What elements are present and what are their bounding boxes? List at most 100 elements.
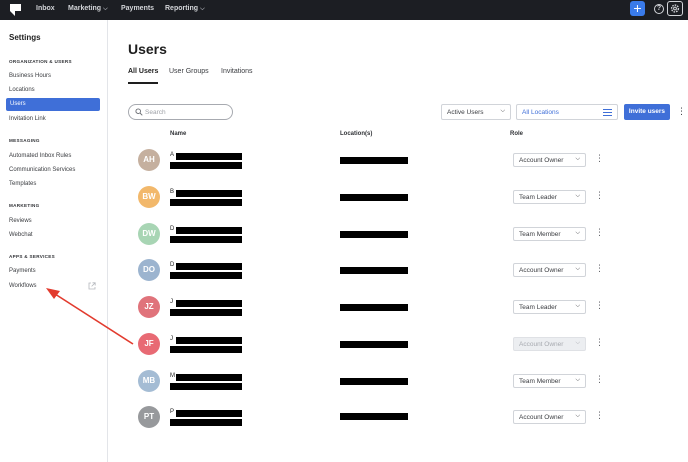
avatar: MB xyxy=(138,370,160,392)
user-name: J xyxy=(170,299,173,305)
row-more-options-icon[interactable]: ⋮ xyxy=(595,410,604,420)
sidebar-item-payments[interactable]: Payments xyxy=(9,268,36,274)
redacted-email xyxy=(170,383,242,390)
role-select[interactable]: Team Leader ⌵ xyxy=(513,300,586,314)
role-select[interactable]: Team Leader ⌵ xyxy=(513,190,586,204)
sidebar-item-business-hours[interactable]: Business Hours xyxy=(9,73,51,79)
help-icon[interactable]: ? xyxy=(654,4,664,14)
chevron-down-icon: ⌵ xyxy=(575,230,580,236)
tab-invitations[interactable]: Invitations xyxy=(221,68,253,75)
user-name: B xyxy=(170,189,175,195)
table-row[interactable]: JF J Account Owner ⌵ ⋮ xyxy=(128,333,688,369)
role-value: Account Owner xyxy=(519,341,564,348)
top-navigation-bar: Inbox Marketing ⌵ Payments Reporting ⌵ + ? xyxy=(0,0,688,20)
role-select[interactable]: Account Owner ⌵ xyxy=(513,410,586,424)
redacted-name xyxy=(176,300,242,307)
column-header-locations[interactable]: Location(s) xyxy=(340,131,372,137)
search-input[interactable] xyxy=(145,107,225,117)
search-box[interactable] xyxy=(128,104,233,120)
tab-all-users[interactable]: All Users xyxy=(128,68,158,75)
chevron-down-icon: ⌵ xyxy=(575,413,580,419)
nav-item-reporting[interactable]: Reporting ⌵ xyxy=(165,5,205,13)
sidebar-item-templates[interactable]: Templates xyxy=(9,181,36,187)
status-filter-select[interactable]: Active Users ⌵ xyxy=(441,104,511,120)
redacted-location xyxy=(340,157,408,164)
table-row[interactable]: AH A Account Owner ⌵ ⋮ xyxy=(128,149,688,185)
sidebar-item-users[interactable]: Users xyxy=(6,98,100,111)
column-header-role[interactable]: Role xyxy=(510,131,523,137)
table-row[interactable]: DO D Account Owner ⌵ ⋮ xyxy=(128,259,688,295)
list-icon xyxy=(603,109,612,116)
role-select[interactable]: Team Member ⌵ xyxy=(513,227,586,241)
user-name: D xyxy=(170,226,175,232)
user-name: J xyxy=(170,336,173,342)
redacted-email xyxy=(170,162,242,169)
avatar: AH xyxy=(138,149,160,171)
sidebar-item-locations[interactable]: Locations xyxy=(9,87,35,93)
column-header-name[interactable]: Name xyxy=(170,131,186,137)
table-row[interactable]: PT P Account Owner ⌵ ⋮ xyxy=(128,406,688,442)
sidebar-section-messaging: MESSAGING xyxy=(9,138,40,143)
redacted-email xyxy=(170,199,242,206)
nav-item-payments[interactable]: Payments xyxy=(121,5,154,12)
settings-sidebar: Settings ORGANIZATION & USERS Business H… xyxy=(0,20,108,462)
row-more-options-icon[interactable]: ⋮ xyxy=(595,190,604,200)
sidebar-item-webchat[interactable]: Webchat xyxy=(9,232,33,238)
tab-user-groups[interactable]: User Groups xyxy=(169,68,209,75)
table-row[interactable]: JZ J Team Leader ⌵ ⋮ xyxy=(128,296,688,332)
plus-icon[interactable]: + xyxy=(630,1,645,16)
nav-item-marketing[interactable]: Marketing ⌵ xyxy=(68,5,108,13)
redacted-email xyxy=(170,346,242,353)
redacted-name xyxy=(176,190,242,197)
chevron-down-icon: ⌵ xyxy=(500,108,505,114)
avatar: DW xyxy=(138,223,160,245)
location-filter-select[interactable]: All Locations xyxy=(516,104,618,120)
external-link-icon[interactable] xyxy=(88,282,96,290)
sidebar-item-communication-services[interactable]: Communication Services xyxy=(9,167,75,173)
role-value: Team Member xyxy=(519,378,561,385)
table-row[interactable]: MB M Team Member ⌵ ⋮ xyxy=(128,370,688,406)
role-select[interactable]: Team Member ⌵ xyxy=(513,374,586,388)
redacted-name xyxy=(176,263,242,270)
table-row[interactable]: BW B Team Leader ⌵ ⋮ xyxy=(128,186,688,222)
role-value: Account Owner xyxy=(519,414,564,421)
row-more-options-icon[interactable]: ⋮ xyxy=(595,374,604,384)
redacted-email xyxy=(170,309,242,316)
row-more-options-icon[interactable]: ⋮ xyxy=(595,153,604,163)
sidebar-item-reviews[interactable]: Reviews xyxy=(9,218,32,224)
role-select[interactable]: Account Owner ⌵ xyxy=(513,263,586,277)
chevron-down-icon: ⌵ xyxy=(103,6,108,12)
redacted-name xyxy=(176,337,242,344)
sidebar-item-automated-inbox-rules[interactable]: Automated Inbox Rules xyxy=(9,153,71,159)
row-more-options-icon[interactable]: ⋮ xyxy=(595,263,604,273)
chevron-down-icon: ⌵ xyxy=(575,340,580,346)
redacted-location xyxy=(340,413,408,420)
redacted-email xyxy=(170,236,242,243)
nav-item-inbox[interactable]: Inbox xyxy=(36,5,55,12)
row-more-options-icon[interactable]: ⋮ xyxy=(595,227,604,237)
role-select[interactable]: Account Owner ⌵ xyxy=(513,153,586,167)
location-filter-value: All Locations xyxy=(522,109,559,116)
sidebar-title: Settings xyxy=(9,33,41,42)
row-more-options-icon[interactable]: ⋮ xyxy=(595,337,604,347)
sidebar-section-apps-services: APPS & SERVICES xyxy=(9,254,56,259)
active-tab-indicator xyxy=(128,82,158,84)
row-more-options-icon[interactable]: ⋮ xyxy=(595,300,604,310)
invite-users-button[interactable]: Invite users xyxy=(624,104,670,120)
chevron-down-icon: ⌵ xyxy=(575,156,580,162)
settings-button[interactable] xyxy=(667,1,683,16)
redacted-name xyxy=(176,227,242,234)
sidebar-item-invitation-link[interactable]: Invitation Link xyxy=(9,116,46,122)
status-filter-value: Active Users xyxy=(447,109,484,116)
app-logo-icon[interactable] xyxy=(10,4,21,16)
sidebar-section-marketing: MARKETING xyxy=(9,203,40,208)
avatar: DO xyxy=(138,259,160,281)
chevron-down-icon: ⌵ xyxy=(575,377,580,383)
table-row[interactable]: DW D Team Member ⌵ ⋮ xyxy=(128,223,688,259)
redacted-location xyxy=(340,231,408,238)
redacted-location xyxy=(340,267,408,274)
redacted-location xyxy=(340,341,408,348)
sidebar-section-organization-users: ORGANIZATION & USERS xyxy=(9,59,72,64)
more-options-icon[interactable]: ⋮ xyxy=(677,106,686,116)
sidebar-item-workflows[interactable]: Workflows xyxy=(9,283,37,289)
